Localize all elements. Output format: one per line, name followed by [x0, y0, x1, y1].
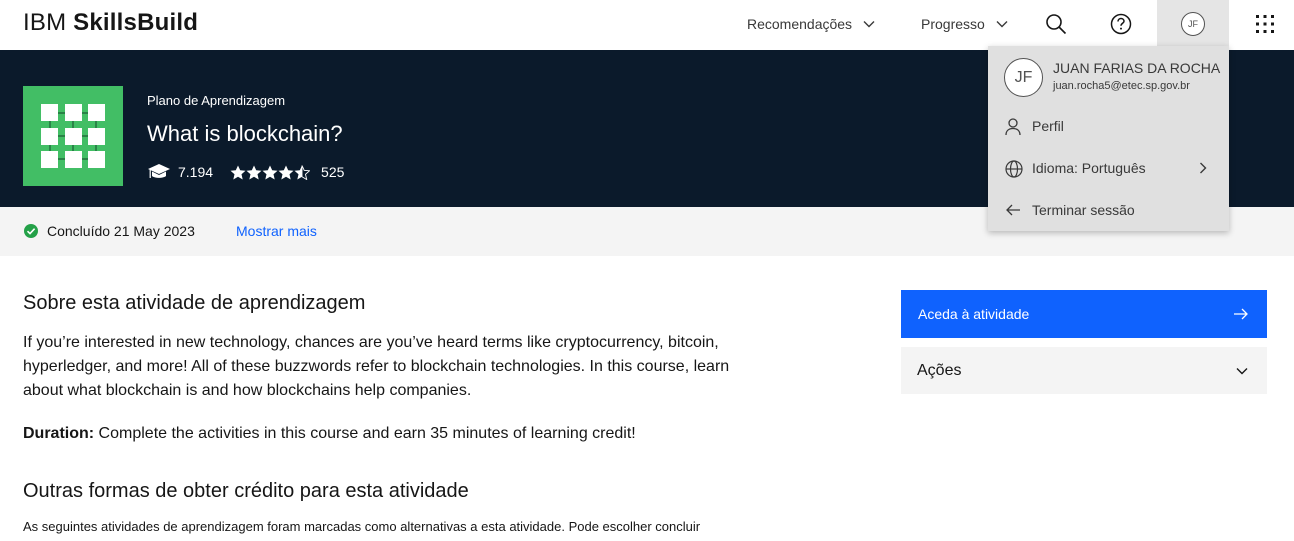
actions-dropdown[interactable]: Ações: [901, 347, 1267, 394]
menu-item-profile[interactable]: Perfil: [988, 106, 1229, 146]
star-icon: [230, 165, 246, 179]
about-description: If you’re interested in new technology, …: [23, 334, 730, 399]
menu-item-language[interactable]: Idioma: Português: [988, 148, 1229, 188]
user-info: JF JUAN FARIAS DA ROCHA juan.rocha5@etec…: [1004, 58, 1224, 108]
learners-count: 7.194: [178, 164, 214, 180]
rating-count: 525: [321, 164, 345, 180]
duration-label: Duration:: [23, 425, 95, 442]
top-navigation-bar: IBM SkillsBuild Recomendações Progresso …: [0, 0, 1294, 48]
checkmark-filled-icon: [24, 224, 38, 238]
star-half-icon: [294, 164, 311, 180]
star-icon: [246, 165, 262, 179]
arrow-left-icon: [1006, 204, 1020, 216]
user-icon: [1005, 118, 1021, 136]
chevron-down-icon: [1236, 368, 1248, 375]
globe-icon: [1005, 160, 1023, 178]
app-switcher-button[interactable]: [1241, 0, 1289, 48]
user-dropdown-menu: JF JUAN FARIAS DA ROCHA juan.rocha5@etec…: [988, 46, 1229, 231]
search-icon: [1046, 14, 1067, 35]
blockchain-grid-icon: [41, 104, 105, 168]
user-email: juan.rocha5@etec.sp.gov.br: [1053, 80, 1190, 92]
avatar: JF: [1181, 12, 1205, 36]
chevron-down-icon: [996, 21, 1008, 28]
other-ways-heading: Outras formas de obter crédito para esta…: [23, 480, 469, 502]
access-activity-button[interactable]: Aceda à atividade: [901, 290, 1267, 338]
brand-skillsbuild: SkillsBuild: [73, 9, 199, 36]
star-rating: [230, 164, 311, 180]
about-heading: Sobre esta atividade de aprendizagem: [23, 292, 366, 314]
star-icon: [278, 165, 294, 179]
brand-ibm: IBM: [23, 9, 67, 36]
page-title: What is blockchain?: [147, 121, 343, 146]
duration-value: Complete the activities in this course a…: [94, 425, 636, 442]
nav-recomendacoes-label: Recomendações: [747, 16, 853, 32]
star-icon: [262, 165, 278, 179]
help-icon: [1110, 13, 1132, 35]
menu-item-logout[interactable]: Terminar sessão: [988, 190, 1229, 230]
duration-text: Duration: Complete the activities in thi…: [23, 422, 636, 446]
access-activity-label: Aceda à atividade: [918, 306, 1030, 322]
completion-date: Concluído 21 May 2023: [47, 223, 195, 239]
chevron-down-icon: [863, 21, 875, 28]
help-button[interactable]: [1097, 0, 1145, 48]
nav-progresso[interactable]: Progresso: [921, 0, 1009, 48]
graduation-cap-icon: [148, 164, 170, 178]
brand-logo[interactable]: IBM SkillsBuild: [23, 9, 198, 37]
arrow-right-icon: [1234, 308, 1248, 320]
course-thumbnail: [23, 86, 123, 186]
user-menu-button[interactable]: JF: [1157, 0, 1229, 48]
course-stats: 7.194 525: [147, 162, 344, 182]
show-more-link[interactable]: Mostrar mais: [236, 223, 317, 239]
chevron-right-icon: [1200, 162, 1207, 174]
activity-type: Plano de Aprendizagem: [147, 93, 286, 108]
menu-item-language-label: Idioma: Português: [1032, 160, 1146, 176]
search-button[interactable]: [1032, 0, 1080, 48]
avatar: JF: [1004, 58, 1043, 97]
nav-progresso-label: Progresso: [921, 16, 985, 32]
menu-item-profile-label: Perfil: [1032, 118, 1064, 134]
menu-item-logout-label: Terminar sessão: [1032, 202, 1135, 218]
other-ways-description: As seguintes atividades de aprendizagem …: [23, 519, 701, 534]
nav-recomendacoes[interactable]: Recomendações: [747, 0, 876, 48]
user-name: JUAN FARIAS DA ROCHA: [1053, 60, 1221, 76]
actions-label: Ações: [917, 361, 962, 379]
app-grid-icon: [1256, 15, 1274, 33]
